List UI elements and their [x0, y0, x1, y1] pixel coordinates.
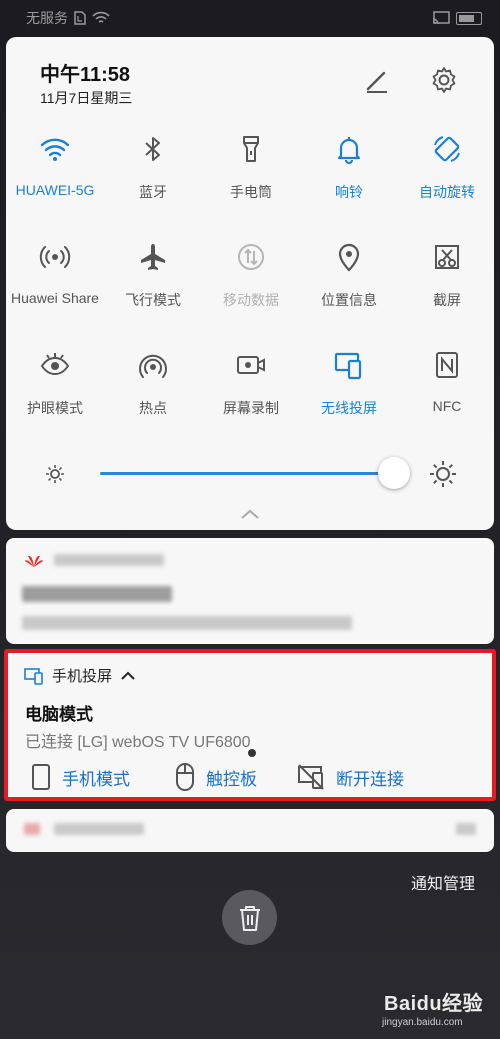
carrier-label: 无服务 [26, 10, 68, 26]
tile-label: 无线投屏 [321, 400, 377, 416]
tile-screen-record[interactable]: 屏幕录制 [202, 343, 300, 433]
chevron-up-icon[interactable] [120, 670, 136, 682]
touchpad-button[interactable]: 触控板 [174, 759, 257, 795]
location-icon [338, 243, 360, 272]
tile-bluetooth[interactable]: 蓝牙 [104, 127, 202, 217]
status-left: 无服务 [26, 8, 110, 28]
mobile-data-icon [238, 244, 264, 270]
tile-label: 屏幕录制 [223, 400, 279, 416]
huawei-share-icon [39, 246, 71, 268]
bluetooth-icon [145, 137, 160, 161]
cast-status-icon [432, 11, 450, 25]
collapse-chevron-icon[interactable] [239, 507, 261, 521]
screen-record-icon [237, 356, 265, 374]
wifi-status-icon [92, 11, 110, 23]
tile-mobile-data[interactable]: 移动数据 [202, 235, 300, 325]
projection-title: 手机投屏 [52, 668, 113, 685]
huawei-logo-icon [25, 555, 43, 567]
blurred-text [456, 823, 476, 835]
projection-actions: 手机模式 触控板 断开连接 [8, 759, 492, 795]
projection-mode: 电脑模式 [25, 705, 93, 724]
battery-icon [456, 11, 482, 25]
tile-label: 飞行模式 [125, 292, 181, 308]
tile-location[interactable]: 位置信息 [300, 235, 398, 325]
tile-nfc[interactable]: NFC [398, 343, 494, 433]
eye-comfort-icon [40, 353, 70, 376]
phone-mode-label: 手机模式 [62, 769, 130, 789]
watermark-logo: Baidu经验 [384, 993, 484, 1015]
sim-icon [74, 11, 86, 25]
screen-projection-card: 手机投屏 电脑模式 已连接 [LG] webOS TV UF6800 手机模式 … [4, 649, 496, 801]
tile-label: 截屏 [433, 292, 461, 308]
brightness-slider[interactable] [6, 455, 494, 495]
tile-ring[interactable]: 响铃 [300, 127, 398, 217]
blurred-text [22, 616, 352, 630]
projection-header[interactable]: 手机投屏 [24, 665, 136, 686]
tile-label: 自动旋转 [419, 184, 475, 200]
status-right [432, 11, 482, 25]
bell-icon [337, 137, 361, 165]
disconnect-button[interactable]: 断开连接 [296, 759, 404, 795]
tile-label: 护眼模式 [27, 400, 83, 416]
baidu-watermark: Baidu经验 jingyan.baidu.com [380, 987, 495, 1033]
status-bar: 无服务 [0, 0, 500, 36]
flashlight-icon [243, 136, 259, 162]
settings-gear-icon[interactable] [429, 65, 459, 95]
tile-screenshot[interactable]: 截屏 [398, 235, 494, 325]
hotspot-icon [139, 354, 167, 378]
tile-flashlight[interactable]: 手电筒 [202, 127, 300, 217]
tile-label: 移动数据 [223, 292, 279, 308]
airplane-icon [141, 244, 165, 270]
brightness-track[interactable] [100, 472, 400, 475]
tile-eye-comfort[interactable]: 护眼模式 [6, 343, 104, 433]
trash-icon [239, 905, 260, 931]
tile-label: HUAWEI-5G [15, 182, 95, 198]
auto-rotate-icon [434, 136, 460, 162]
tile-wireless-projection[interactable]: 无线投屏 [300, 343, 398, 433]
brightness-high-icon [430, 461, 456, 487]
tile-hotspot[interactable]: 热点 [104, 343, 202, 433]
blurred-app-icon [24, 823, 40, 835]
brightness-low-icon [46, 465, 64, 483]
blurred-notification[interactable] [6, 538, 494, 644]
disconnect-cast-icon [298, 764, 324, 790]
blurred-text [22, 586, 172, 602]
tile-label: 热点 [139, 400, 167, 416]
touchpad-label: 触控板 [206, 769, 257, 789]
clear-notifications-button[interactable] [222, 890, 277, 945]
tile-label: 位置信息 [321, 292, 377, 308]
tile-label: 响铃 [335, 184, 363, 200]
notification-manage-link[interactable]: 通知管理 [411, 870, 475, 894]
blurred-notification[interactable] [6, 809, 494, 852]
phone-mode-button[interactable]: 手机模式 [30, 759, 130, 795]
tile-wifi[interactable]: HUAWEI-5G [6, 127, 104, 217]
projection-icon [24, 667, 43, 685]
tile-airplane[interactable]: 飞行模式 [104, 235, 202, 325]
clock-time: 中午11:58 [40, 64, 131, 86]
phone-mode-icon [32, 764, 50, 790]
nfc-icon [436, 352, 458, 378]
quick-settings-panel: 中午11:58 11月7日星期三 HUAWEI-5G 蓝牙 手电筒 响铃 自动旋… [6, 37, 494, 530]
watermark-url: jingyan.baidu.com [382, 1017, 463, 1028]
screenshot-icon [435, 245, 459, 269]
tile-label: NFC [432, 398, 462, 414]
wifi-icon [40, 138, 70, 161]
tile-label: 手电筒 [230, 184, 272, 200]
tile-auto-rotate[interactable]: 自动旋转 [398, 127, 494, 217]
wireless-projection-icon [334, 352, 362, 380]
tile-label: Huawei Share [11, 290, 99, 306]
tile-huawei-share[interactable]: Huawei Share [6, 235, 104, 325]
clock-date: 11月7日星期三 [40, 90, 133, 106]
brightness-thumb[interactable] [378, 457, 410, 489]
connection-status: 已连接 [LG] webOS TV UF6800 [25, 734, 251, 751]
mouse-icon [176, 763, 194, 791]
disconnect-label: 断开连接 [336, 769, 404, 789]
tile-label: 蓝牙 [139, 184, 167, 200]
blurred-text [54, 554, 164, 566]
cursor-dot [248, 749, 256, 757]
blurred-text [54, 823, 144, 835]
edit-icon[interactable] [362, 65, 392, 95]
